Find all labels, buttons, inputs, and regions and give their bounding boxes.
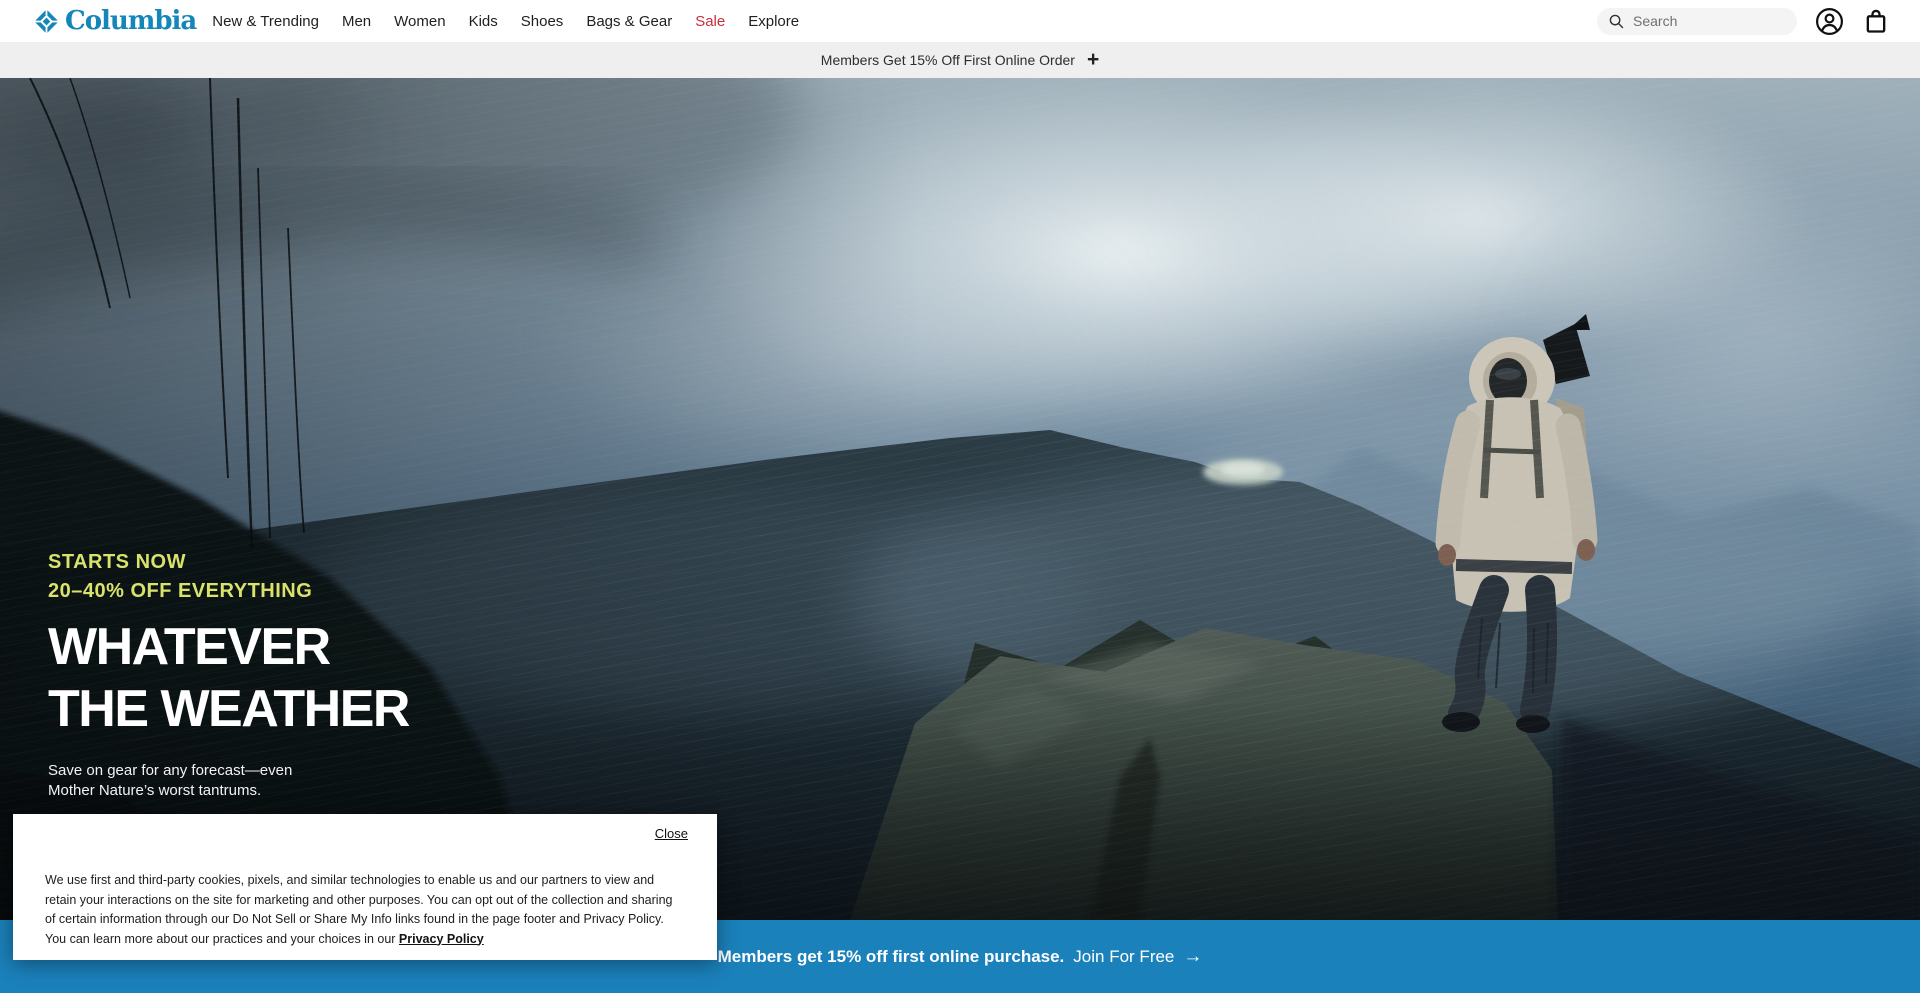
hero-headline-line1: WHATEVER — [48, 616, 409, 678]
hero-subtitle-line2: Mother Nature’s worst tantrums. — [48, 781, 409, 801]
hero-eyebrow-line2: 20–40% OFF EVERYTHING — [48, 577, 409, 606]
nav-item-kids[interactable]: Kids — [469, 13, 498, 30]
cookie-body-copy: We use first and third-party cookies, pi… — [45, 873, 672, 946]
main-nav: New & Trending Men Women Kids Shoes Bags… — [212, 13, 799, 30]
search-icon — [1608, 13, 1625, 30]
nav-item-bags-gear[interactable]: Bags & Gear — [586, 13, 672, 30]
nav-item-new-trending[interactable]: New & Trending — [212, 13, 319, 30]
hero-eyebrow-line1: STARTS NOW — [48, 548, 409, 577]
hero-headline: WHATEVER THE WEATHER — [48, 616, 409, 740]
join-for-free-link[interactable]: Join For Free — [1073, 947, 1174, 967]
nav-item-men[interactable]: Men — [342, 13, 371, 30]
footer-banner-text: Members get 15% off first online purchas… — [718, 947, 1065, 967]
right-arrow-icon: → — [1183, 947, 1202, 966]
account-icon — [1814, 6, 1845, 37]
nav-item-shoes[interactable]: Shoes — [521, 13, 564, 30]
columbia-logo[interactable]: Columbia — [33, 8, 196, 35]
nav-item-explore[interactable]: Explore — [748, 13, 799, 30]
search-input[interactable] — [1633, 13, 1786, 29]
promo-banner[interactable]: Members Get 15% Off First Online Order + — [0, 42, 1920, 78]
shopping-bag-icon — [1862, 7, 1890, 35]
nav-item-women[interactable]: Women — [394, 13, 445, 30]
cart-button[interactable] — [1862, 7, 1890, 35]
privacy-policy-link[interactable]: Privacy Policy — [399, 932, 484, 946]
columbia-gem-icon — [33, 8, 60, 35]
cookie-close-link[interactable]: Close — [655, 826, 688, 841]
nav-utility-group — [1597, 6, 1890, 37]
search-bar[interactable] — [1597, 8, 1797, 35]
promo-banner-text: Members Get 15% Off First Online Order — [821, 52, 1075, 68]
hero-headline-line2: THE WEATHER — [48, 678, 409, 740]
top-navigation-bar: Columbia New & Trending Men Women Kids S… — [0, 0, 1920, 42]
hero-subtitle-line1: Save on gear for any forecast—even — [48, 761, 409, 781]
brand-wordmark: Columbia — [65, 8, 196, 34]
expand-plus-icon[interactable]: + — [1087, 49, 1099, 70]
hero-subtitle: Save on gear for any forecast—even Mothe… — [48, 761, 409, 800]
cookie-consent-dialog: Close We use first and third-party cooki… — [13, 814, 717, 960]
nav-item-sale[interactable]: Sale — [695, 13, 725, 30]
account-button[interactable] — [1814, 6, 1845, 37]
cookie-body-text: We use first and third-party cookies, pi… — [45, 871, 681, 949]
hero-banner: STARTS NOW 20–40% OFF EVERYTHING WHATEVE… — [0, 78, 1920, 920]
